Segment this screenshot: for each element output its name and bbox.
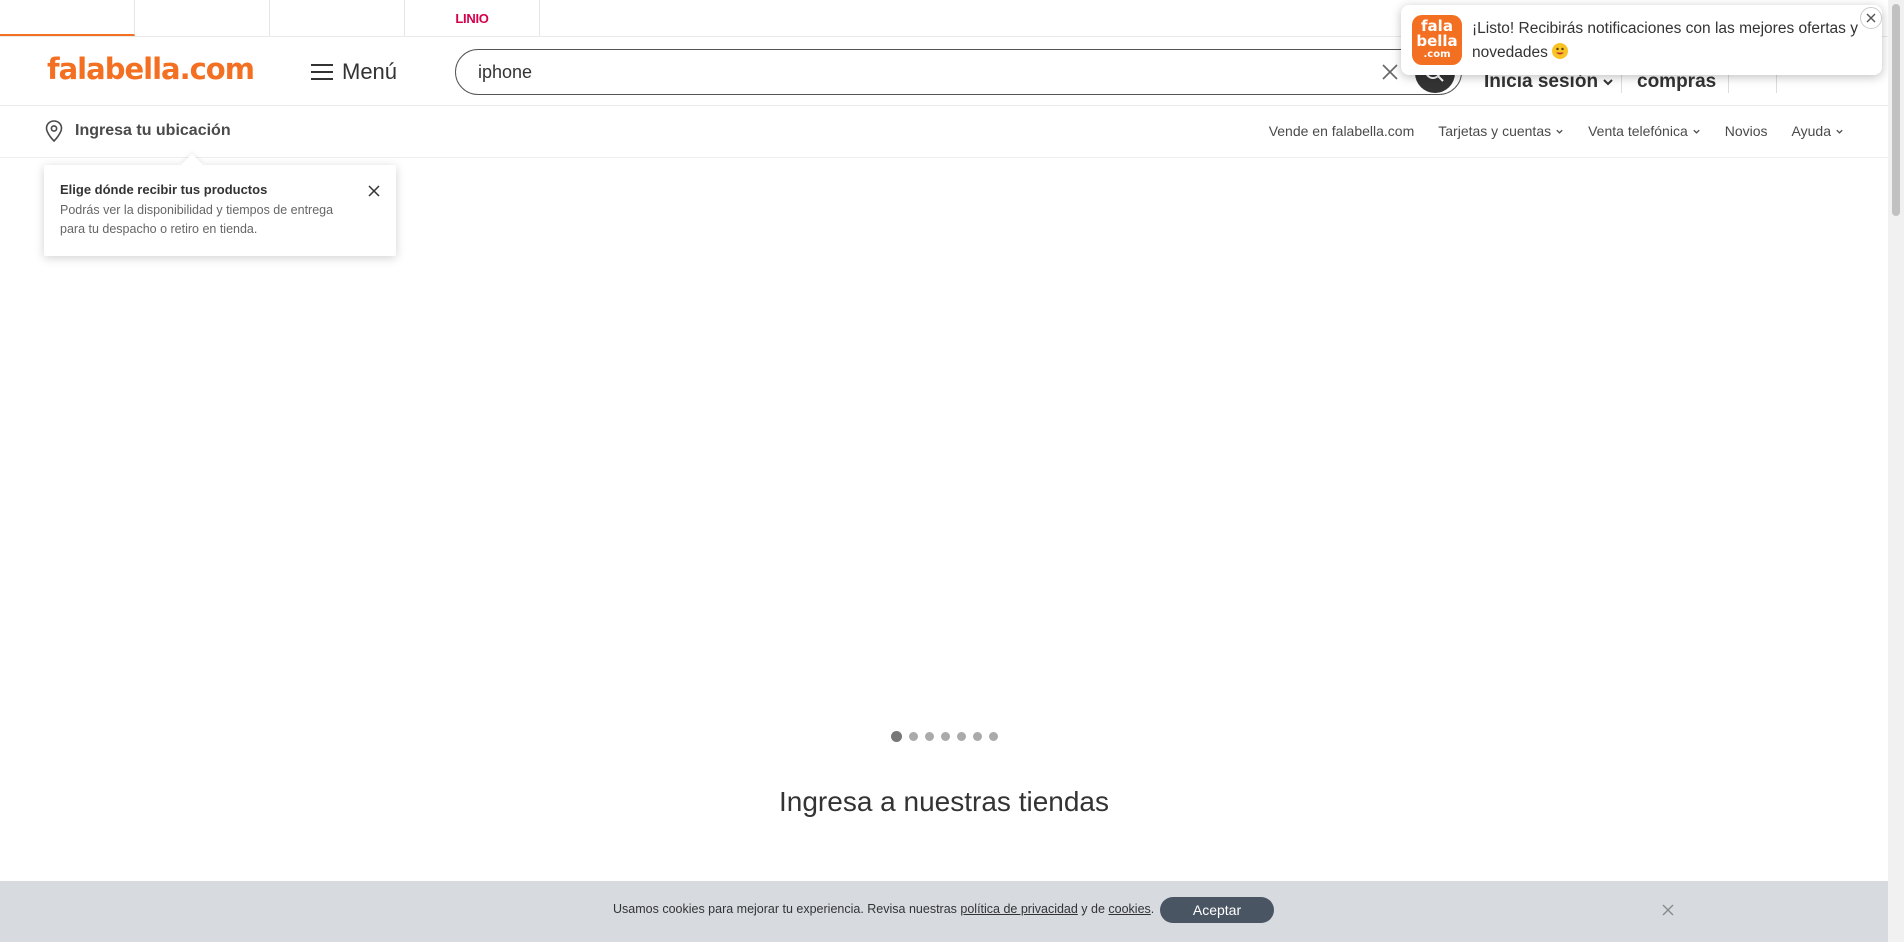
- linio-logo: LINIO: [455, 10, 489, 26]
- link-label: Venta telefónica: [1588, 123, 1688, 139]
- tooltip-body: Podrás ver la disponibilidad y tiempos d…: [60, 203, 334, 236]
- cookie-message: Usamos cookies para mejorar tu experienc…: [613, 902, 1154, 916]
- page: LINIO falabella.com Menú iphone Inicia s…: [0, 0, 1904, 942]
- chevron-down-icon: [1556, 129, 1563, 134]
- cookie-banner: Usamos cookies para mejorar tu experienc…: [0, 881, 1888, 942]
- carousel-dot[interactable]: [941, 732, 950, 741]
- carousel-dot[interactable]: [989, 732, 998, 741]
- page-scrollbar[interactable]: [1888, 0, 1904, 942]
- search-bar: [455, 49, 1462, 95]
- chevron-down-icon: [1836, 129, 1843, 134]
- carousel-dot[interactable]: [925, 732, 934, 741]
- link-label: Novios: [1724, 123, 1768, 139]
- hamburger-icon: [311, 64, 333, 80]
- location-selector[interactable]: Ingresa tu ubicación: [45, 120, 231, 142]
- link-label: Tarjetas y cuentas: [1438, 123, 1552, 139]
- scrollbar-thumb[interactable]: [1892, 4, 1900, 216]
- wedding-link[interactable]: Novios: [1725, 123, 1768, 139]
- push-notification: fala bella .com ¡Listo! Recibirás notifi…: [1401, 5, 1882, 75]
- privacy-policy-link[interactable]: política de privacidad: [960, 902, 1077, 916]
- carousel-dot[interactable]: [973, 732, 982, 741]
- menu-label: Menú: [342, 59, 398, 84]
- app-icon-text: bella: [1416, 32, 1458, 50]
- link-label: Ayuda: [1791, 123, 1831, 139]
- brand-tabs: LINIO: [0, 0, 540, 36]
- close-icon[interactable]: [366, 183, 382, 199]
- top-links: Vende en falabella.com Tarjetas y cuenta…: [1269, 123, 1844, 139]
- location-tooltip: Elige dónde recibir tus productos Podrás…: [44, 165, 396, 256]
- cards-accounts-link[interactable]: Tarjetas y cuentas: [1438, 123, 1564, 139]
- cookies-link[interactable]: cookies: [1108, 902, 1150, 916]
- cookie-text: Usamos cookies para mejorar tu experienc…: [613, 902, 961, 916]
- sell-link[interactable]: Vende en falabella.com: [1269, 123, 1415, 139]
- help-link[interactable]: Ayuda: [1792, 123, 1844, 139]
- chevron-down-icon: [1603, 79, 1613, 86]
- carousel-dot[interactable]: [957, 732, 966, 741]
- smile-emoji-icon: [1552, 43, 1569, 59]
- carousel-dot[interactable]: [891, 731, 902, 742]
- chevron-down-icon: [1693, 129, 1700, 134]
- accept-cookies-button[interactable]: Aceptar: [1160, 897, 1274, 923]
- brand-tab-linio[interactable]: LINIO: [405, 0, 540, 36]
- brand-tab-falabella[interactable]: [0, 0, 135, 36]
- close-notification-button[interactable]: [1860, 7, 1882, 29]
- cookie-text: .: [1150, 902, 1155, 916]
- cookie-text: y de: [1077, 902, 1109, 916]
- notification-text-wrap: ¡Listo! Recibirás notificaciones con las…: [1472, 17, 1872, 65]
- app-icon-text: .com: [1423, 49, 1451, 60]
- location-pin-icon: [45, 120, 63, 142]
- link-label: Vende en falabella.com: [1268, 123, 1415, 139]
- close-icon: [1866, 13, 1876, 23]
- sub-header: Ingresa tu ubicación Vende en falabella.…: [0, 106, 1888, 158]
- brand-tab-3[interactable]: [270, 0, 405, 36]
- stores-section-title: Ingresa a nuestras tiendas: [779, 786, 1109, 817]
- menu-button[interactable]: Menú: [311, 59, 397, 85]
- notification-message: ¡Listo! Recibirás notificaciones con las…: [1472, 20, 1858, 61]
- search-input[interactable]: [478, 60, 1378, 84]
- location-label: Ingresa tu ubicación: [75, 122, 231, 139]
- tooltip-title: Elige dónde recibir tus productos: [60, 182, 268, 197]
- falabella-app-icon: fala bella .com: [1412, 15, 1462, 65]
- carousel-dot[interactable]: [909, 732, 918, 741]
- clear-search-icon[interactable]: [1380, 62, 1400, 82]
- close-icon[interactable]: [1660, 902, 1676, 918]
- falabella-logo[interactable]: falabella.com: [47, 52, 255, 86]
- brand-tab-2[interactable]: [135, 0, 270, 36]
- carousel-dots: [891, 731, 998, 742]
- phone-sales-link[interactable]: Venta telefónica: [1588, 123, 1701, 139]
